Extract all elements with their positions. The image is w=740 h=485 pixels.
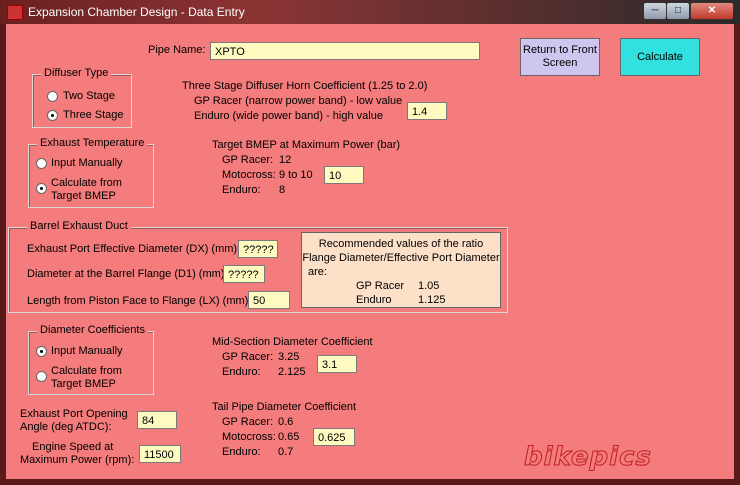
engine-speed-label-2: Maximum Power (rpm):	[20, 454, 135, 466]
tailpipe-input[interactable]: 0.625	[313, 428, 355, 446]
recommended-enduro-label: Enduro	[356, 294, 392, 306]
bmep-gp-value: 12	[279, 154, 292, 166]
lx-input[interactable]: 50	[248, 291, 290, 309]
exhaust-temperature-title: Exhaust Temperature	[37, 137, 148, 149]
midsection-enduro-value: 2.125	[278, 366, 306, 378]
diam-coef-calc-label-2: Target BMEP	[51, 378, 116, 390]
two-stage-label: Two Stage	[63, 90, 115, 102]
return-to-front-screen-button[interactable]: Return to Front Screen	[520, 38, 600, 76]
barrel-exhaust-duct-group: Barrel Exhaust Duct Exhaust Port Effecti…	[8, 220, 508, 313]
recommended-ratio-box: Recommended values of the ratio Flange D…	[301, 232, 501, 308]
diam-coef-calc-label-1: Calculate from	[51, 365, 122, 377]
dx-input[interactable]: ?????	[238, 240, 278, 258]
three-stage-radio[interactable]	[47, 110, 58, 121]
bikepics-watermark: bikepics	[524, 442, 652, 473]
bmep-moto-label: Motocross:	[222, 169, 276, 181]
pipe-name-input[interactable]: XPTO	[210, 42, 480, 60]
recommended-gp-value: 1.05	[418, 280, 440, 292]
exhaust-temp-calc-label-2: Target BMEP	[51, 190, 116, 202]
recommended-line-3: are:	[308, 266, 327, 278]
calculate-button[interactable]: Calculate	[620, 38, 700, 76]
bmep-gp-label: GP Racer:	[222, 154, 274, 166]
minimize-button[interactable]: ─	[643, 2, 667, 20]
bmep-enduro-value: 8	[279, 184, 286, 196]
recommended-gp-label: GP Racer	[356, 280, 405, 292]
app-icon	[7, 5, 23, 20]
bmep-moto-value: 9 to 10	[279, 169, 313, 181]
horn-gp-note: GP Racer (narrow power band) - low value	[194, 95, 403, 107]
exhaust-temp-calc-radio[interactable]	[36, 183, 47, 194]
tailpipe-enduro-label: Enduro:	[222, 446, 261, 458]
midsection-enduro-label: Enduro:	[222, 366, 261, 378]
diffuser-type-group: Diffuser Type Two Stage Three Stage	[32, 67, 132, 128]
exhaust-temperature-group: Exhaust Temperature Input Manually Calcu…	[28, 137, 154, 208]
engine-speed-input[interactable]: 11500	[139, 445, 181, 463]
maximize-button[interactable]: □	[666, 2, 690, 20]
recommended-enduro-value: 1.125	[418, 294, 446, 306]
horn-coefficient-input[interactable]: 1.4	[407, 102, 447, 120]
midsection-gp-label: GP Racer:	[222, 351, 274, 363]
diffuser-type-title: Diffuser Type	[41, 67, 112, 79]
barrel-exhaust-duct-title: Barrel Exhaust Duct	[27, 220, 131, 232]
tailpipe-title: Tail Pipe Diameter Coefficient	[212, 401, 357, 413]
diameter-coefficients-group: Diameter Coefficients Input Manually Cal…	[28, 324, 154, 395]
horn-enduro-note: Enduro (wide power band) - high value	[194, 110, 383, 122]
exhaust-temp-manual-label: Input Manually	[51, 157, 123, 169]
port-angle-label-1: Exhaust Port Opening	[20, 408, 128, 420]
diam-coef-manual-label: Input Manually	[51, 345, 123, 357]
bmep-title: Target BMEP at Maximum Power (bar)	[212, 139, 401, 151]
form-area: Pipe Name: XPTO Return to Front Screen C…	[6, 24, 734, 479]
pipe-name-label: Pipe Name:	[148, 44, 206, 56]
bmep-enduro-label: Enduro:	[222, 184, 261, 196]
midsection-title: Mid-Section Diameter Coefficient	[212, 336, 373, 348]
window-title: Expansion Chamber Design - Data Entry	[28, 5, 245, 19]
tailpipe-gp-label: GP Racer:	[222, 416, 274, 428]
horn-coefficient-title: Three Stage Diffuser Horn Coefficient (1…	[182, 80, 428, 92]
tailpipe-moto-value: 0.65	[278, 431, 300, 443]
diam-coef-calc-radio[interactable]	[36, 371, 47, 382]
midsection-input[interactable]: 3.1	[317, 355, 357, 373]
two-stage-radio[interactable]	[47, 91, 58, 102]
port-angle-label-2: Angle (deg ATDC):	[20, 421, 112, 433]
recommended-line-2: Flange Diameter/Effective Port Diameter	[302, 252, 500, 264]
engine-speed-label-1: Engine Speed at	[32, 441, 114, 453]
tailpipe-enduro-value: 0.7	[278, 446, 294, 458]
d1-label: Diameter at the Barrel Flange (D1) (mm):	[27, 268, 228, 280]
bmep-input[interactable]: 10	[324, 166, 364, 184]
exhaust-temp-calc-label-1: Calculate from	[51, 177, 122, 189]
close-button[interactable]: ✕	[690, 2, 734, 20]
recommended-line-1: Recommended values of the ratio	[318, 238, 484, 250]
d1-input[interactable]: ?????	[223, 265, 265, 283]
three-stage-label: Three Stage	[63, 109, 124, 121]
lx-label: Length from Piston Face to Flange (LX) (…	[27, 295, 252, 307]
tailpipe-gp-value: 0.6	[278, 416, 294, 428]
title-bar[interactable]: Expansion Chamber Design - Data Entry ─ …	[0, 0, 740, 24]
midsection-gp-value: 3.25	[278, 351, 300, 363]
port-angle-input[interactable]: 84	[137, 411, 177, 429]
diameter-coefficients-title: Diameter Coefficients	[37, 324, 148, 336]
exhaust-temp-manual-radio[interactable]	[36, 158, 47, 169]
dx-label: Exhaust Port Effective Diameter (DX) (mm…	[27, 243, 241, 255]
diam-coef-manual-radio[interactable]	[36, 346, 47, 357]
tailpipe-moto-label: Motocross:	[222, 431, 276, 443]
